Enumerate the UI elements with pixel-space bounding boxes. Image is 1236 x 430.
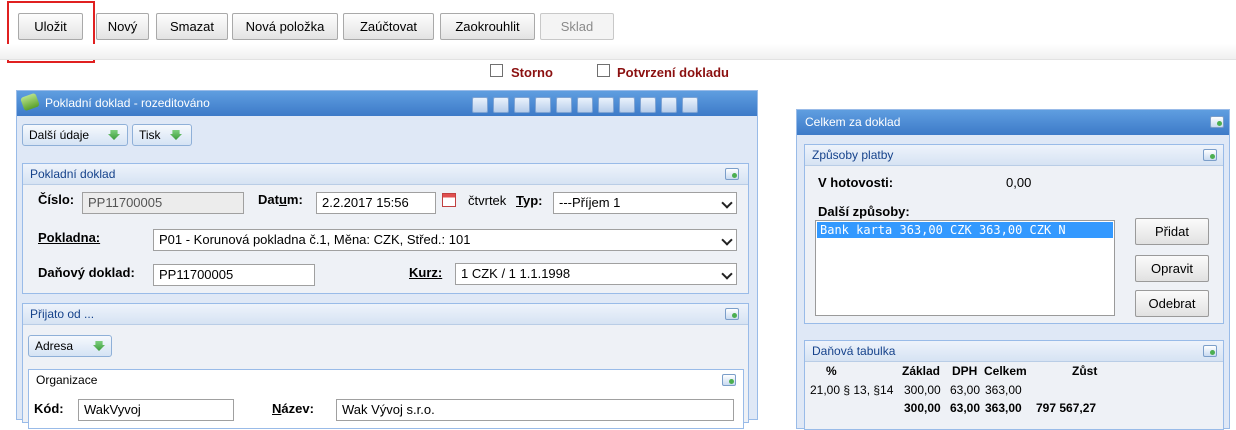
total-panel-title: Celkem za doklad	[805, 115, 901, 129]
address-label: Adresa	[35, 339, 74, 353]
storno-label: Storno	[511, 65, 553, 80]
chevron-down-icon	[721, 268, 733, 280]
document-panel-title: Pokladní doklad - rozeditováno	[45, 96, 210, 110]
payment-section-header: Způsoby platby	[805, 145, 1223, 166]
tax-header-base: Základ	[902, 364, 941, 378]
tax-row-1-total: 363,00	[985, 383, 1022, 397]
paste-icon[interactable]	[577, 97, 593, 113]
delete-button[interactable]: Smazat	[156, 13, 228, 40]
tax-header-total: Celkem	[984, 364, 1027, 378]
payment-methods-list[interactable]: Bank karta 363,00 CZK 363,00 CZK N	[815, 220, 1115, 316]
cash-label: V hotovosti:	[818, 175, 894, 190]
list-item[interactable]: Bank karta 363,00 CZK 363,00 CZK N	[817, 222, 1113, 238]
collapse-icon[interactable]	[725, 168, 739, 180]
doc-green-icon[interactable]	[598, 97, 614, 113]
tax-header-balance: Zůst	[1072, 364, 1098, 378]
new-button[interactable]: Nový	[96, 13, 149, 40]
other-methods-label: Další způsoby:	[818, 204, 910, 219]
add-button[interactable]: Přidat	[1135, 218, 1209, 245]
taxdoc-field[interactable]: PP11700005	[153, 264, 315, 286]
remove-button[interactable]: Odebrat	[1135, 290, 1209, 317]
tax-row-2-vat: 63,00	[950, 401, 981, 415]
received-section-title: Přijato od ...	[30, 307, 95, 321]
cashbox-value: P01 - Korunová pokladna č.1, Měna: CZK, …	[159, 232, 471, 247]
edit-button[interactable]: Opravit	[1135, 255, 1209, 282]
doc-orange-icon[interactable]	[619, 97, 635, 113]
tax-row-2-base: 300,00	[904, 401, 941, 415]
organization-section-title: Organizace	[36, 373, 98, 387]
round-button[interactable]: Zaokrouhlit	[440, 13, 535, 40]
post-button[interactable]: Zaúčtovat	[343, 13, 434, 40]
confirm-label: Potvrzení dokladu	[617, 65, 729, 80]
new-item-button[interactable]: Nová položka	[232, 13, 338, 40]
received-section-header: Přijato od ...	[23, 304, 748, 325]
next-record-icon[interactable]	[514, 97, 530, 113]
chevron-down-icon	[721, 197, 733, 209]
number-field[interactable]: PP11700005	[82, 192, 244, 214]
type-value: ---Příjem 1	[559, 195, 621, 210]
more-info-label: Další údaje	[29, 128, 90, 142]
taxdoc-label: Daňový doklad:	[38, 265, 135, 280]
print-button[interactable]: Tisk	[132, 124, 192, 146]
warehouse-button[interactable]: Sklad	[540, 13, 614, 40]
tax-table-title: Daňová tabulka	[812, 344, 896, 358]
confirm-checkbox[interactable]	[597, 64, 610, 77]
tax-row-2-total: 363,00	[985, 401, 1022, 415]
last-record-icon[interactable]	[535, 97, 551, 113]
tax-row-1-vat: 63,00	[950, 383, 981, 397]
collapse-icon[interactable]	[725, 308, 739, 320]
tax-table-header: Daňová tabulka	[805, 341, 1223, 362]
document-section-header: Pokladní doklad	[23, 164, 748, 185]
type-label: Typ:	[516, 193, 543, 208]
copy-icon[interactable]	[556, 97, 572, 113]
export-icon[interactable]	[640, 97, 656, 113]
weekday-text: čtvrtek	[468, 193, 507, 208]
organization-section-header: Organizace	[29, 370, 743, 391]
tax-header-vat: DPH	[952, 364, 978, 378]
collapse-icon[interactable]	[1203, 149, 1217, 161]
rate-select[interactable]: 1 CZK / 1 1.1.1998	[455, 263, 737, 285]
payment-section-title: Způsoby platby	[812, 148, 894, 162]
print-label: Tisk	[139, 128, 161, 142]
calendar-icon[interactable]	[442, 193, 456, 207]
collapse-icon[interactable]	[722, 374, 736, 386]
collapse-icon[interactable]	[1210, 116, 1224, 128]
window-icon[interactable]	[682, 97, 698, 113]
storno-checkbox[interactable]	[490, 64, 503, 77]
first-record-icon[interactable]	[472, 97, 488, 113]
document-section-title: Pokladní doklad	[30, 167, 116, 181]
print-icon[interactable]	[661, 97, 677, 113]
rate-label: Kurz:	[409, 265, 443, 280]
cash-value: 0,00	[1006, 175, 1032, 190]
code-field[interactable]: WakVyvoj	[78, 399, 234, 421]
rate-value: 1 CZK / 1 1.1.1998	[461, 266, 571, 281]
prev-record-icon[interactable]	[493, 97, 509, 113]
type-select[interactable]: ---Příjem 1	[553, 192, 737, 214]
cashbox-label: Pokladna:	[38, 230, 101, 245]
number-label: Číslo:	[38, 192, 75, 207]
toolbar-divider	[0, 44, 1236, 60]
tax-row-1-rate: 21,00 § 13, §14	[810, 383, 894, 397]
collapse-icon[interactable]	[1203, 345, 1217, 357]
date-label: Datum:	[258, 192, 303, 207]
total-panel-header: Celkem za doklad	[797, 110, 1229, 135]
tax-header-percent: %	[826, 364, 837, 378]
tax-row-1-base: 300,00	[904, 383, 941, 397]
cashbox-select[interactable]: P01 - Korunová pokladna č.1, Měna: CZK, …	[153, 229, 737, 251]
tax-row-2-balance: 797 567,27	[1036, 401, 1097, 415]
date-field[interactable]: 2.2.2017 15:56	[316, 192, 436, 214]
chevron-down-icon	[721, 234, 733, 246]
name-field[interactable]: Wak Vývoj s.r.o.	[336, 399, 734, 421]
